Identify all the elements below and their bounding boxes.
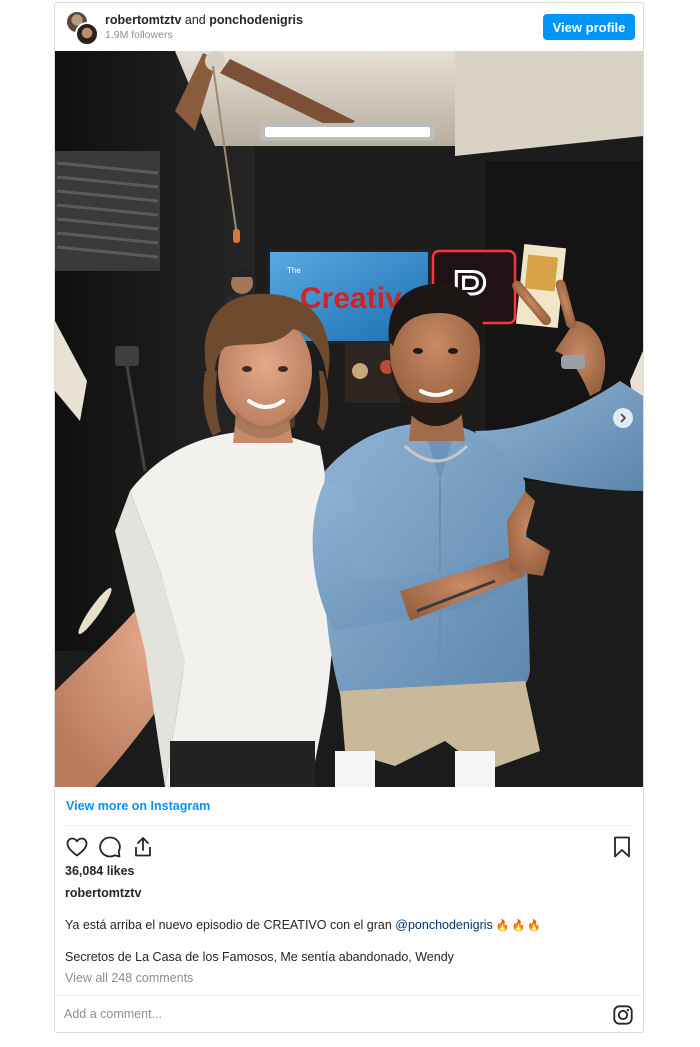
post-photo[interactable]: The Creativo P [55, 51, 643, 787]
instagram-logo-icon[interactable] [612, 1004, 634, 1026]
post-header: robertomtztv and ponchodenigris 1.9M fol… [55, 3, 643, 51]
like-count[interactable]: 36,084 likes [65, 864, 135, 878]
username-link[interactable]: robertomtztv [105, 13, 181, 27]
fire-emoji: 🔥🔥🔥 [495, 920, 543, 932]
username-link[interactable]: ponchodenigris [209, 13, 303, 27]
bookmark-icon [614, 836, 630, 858]
caption-text: Ya está arriba el nuevo episodio de CREA… [65, 918, 396, 932]
view-more-link[interactable]: View more on Instagram [66, 799, 210, 813]
tv-sign-prefix: The [287, 266, 301, 275]
chevron-right-icon [620, 413, 626, 423]
authors-connector: and [184, 13, 206, 27]
share-icon [135, 837, 151, 857]
like-button[interactable] [65, 835, 89, 859]
avatar[interactable] [75, 22, 99, 46]
divider [65, 825, 633, 826]
selfie-image: The Creativo P [55, 51, 643, 787]
comment-icon [99, 836, 121, 858]
share-button[interactable] [131, 835, 155, 859]
add-comment-input[interactable] [64, 1004, 504, 1024]
mention-link[interactable]: @ponchodenigris [395, 918, 492, 932]
heart-icon [66, 837, 88, 857]
save-button[interactable] [610, 835, 634, 859]
caption-line: Secretos de La Casa de los Famosos, Me s… [65, 950, 454, 964]
instagram-embed-card: robertomtztv and ponchodenigris 1.9M fol… [54, 2, 644, 1033]
action-bar [65, 835, 155, 859]
divider [55, 995, 643, 996]
view-comments-link[interactable]: View all 248 comments [65, 971, 193, 985]
post-authors: robertomtztv and ponchodenigris [105, 13, 303, 27]
comment-button[interactable] [98, 835, 122, 859]
caption: Ya está arriba el nuevo episodio de CREA… [65, 918, 543, 932]
post-author[interactable]: robertomtztv [65, 886, 141, 900]
avatar-group[interactable] [65, 10, 99, 46]
next-photo-button[interactable] [613, 408, 633, 428]
follower-count: 1.9M followers [105, 29, 173, 41]
view-profile-button[interactable]: View profile [543, 14, 635, 40]
